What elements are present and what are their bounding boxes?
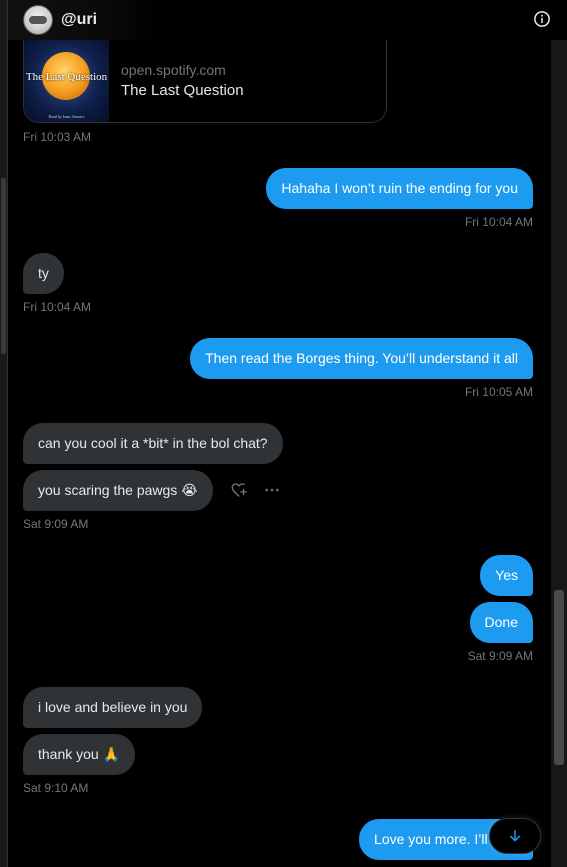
message-timestamp: Sat 9:10 AM	[23, 781, 89, 795]
info-icon[interactable]	[533, 10, 551, 28]
avatar-icon[interactable]	[23, 5, 53, 35]
message-bubble-incoming[interactable]: can you cool it a *bit* in the bol chat?	[23, 423, 283, 464]
message-timestamp: Sat 9:09 AM	[467, 649, 533, 663]
message-bubble-outgoing[interactable]: Yes	[480, 555, 533, 596]
arrow-down-icon	[509, 829, 521, 842]
left-scrollbar[interactable]	[0, 0, 7, 867]
message-bubble-incoming[interactable]: ty	[23, 253, 64, 294]
more-horizontal-icon[interactable]	[263, 481, 281, 499]
message-bubble-incoming[interactable]: thank you 🙏	[23, 734, 136, 775]
message-timestamp: Sat 9:09 AM	[23, 517, 89, 531]
album-cover-image: The Last Question Read by Isaac Asimov	[24, 40, 109, 122]
conversation-header: @uri	[8, 0, 567, 40]
heart-plus-icon[interactable]	[230, 481, 248, 499]
message-bubble-outgoing[interactable]: Then read the Borges thing. You’ll under…	[190, 338, 533, 379]
message-bubble-outgoing[interactable]: Done	[469, 602, 533, 643]
dm-window: @uri The Last Question Read by Isaac Asi…	[0, 0, 567, 867]
message-timestamp: Fri 10:05 AM	[464, 385, 533, 399]
message-timestamp: Fri 10:04 AM	[464, 215, 533, 229]
left-scrollbar-thumb[interactable]	[1, 178, 6, 354]
link-preview-card[interactable]: The Last Question Read by Isaac Asimov o…	[23, 40, 387, 123]
message-bubble-incoming[interactable]: you scaring the pawgs 😭	[23, 470, 213, 511]
message-timestamp: Fri 10:03 AM	[23, 130, 92, 144]
link-title: The Last Question	[121, 82, 244, 99]
message-bubble-incoming[interactable]: i love and believe in you	[23, 687, 203, 728]
cover-credit: Read by Isaac Asimov	[48, 114, 85, 119]
message-bubble-outgoing[interactable]: Hahaha I won’t ruin the ending for you	[266, 168, 533, 209]
link-domain: open.spotify.com	[121, 62, 226, 78]
conversation-handle[interactable]: @uri	[61, 11, 97, 29]
message-list[interactable]: The Last Question Read by Isaac Asimov o…	[8, 40, 551, 867]
message-list-scrollbar[interactable]	[551, 40, 567, 867]
message-timestamp: Fri 10:04 AM	[23, 300, 92, 314]
scrollbar-thumb[interactable]	[554, 590, 564, 765]
scroll-to-bottom-button[interactable]	[489, 818, 541, 854]
cover-title: The Last Question	[25, 71, 108, 83]
